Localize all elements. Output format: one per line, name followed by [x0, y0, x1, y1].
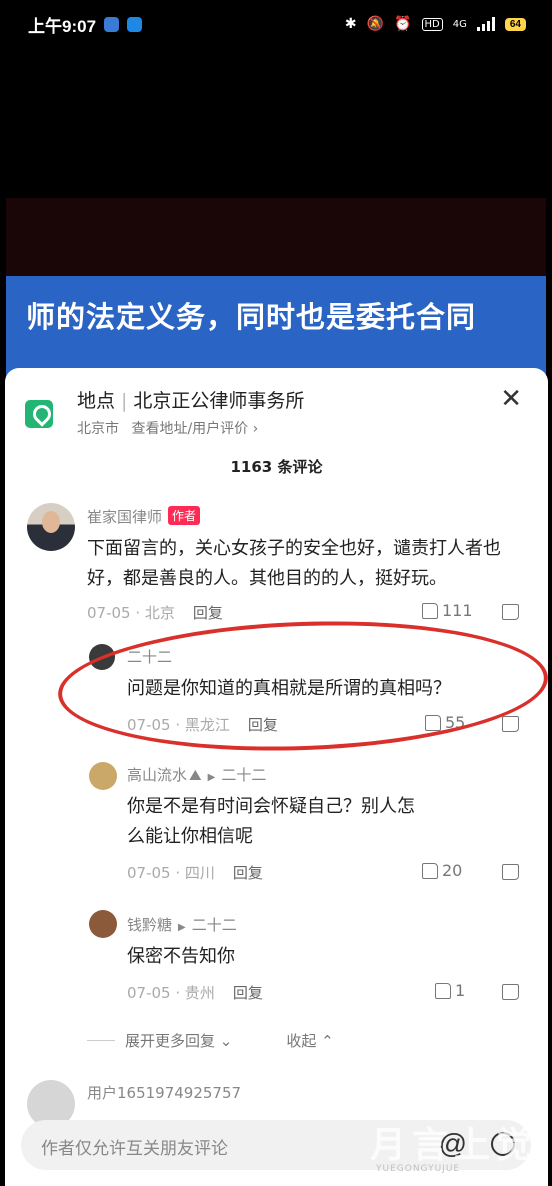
location-name: 北京正公律师事务所: [133, 390, 305, 412]
thumbs-up-icon: [435, 982, 451, 999]
mountain-emoji-icon: ⛰: [189, 766, 202, 784]
comment-meta: 07-05 · 北京 回复: [87, 604, 223, 622]
author-name: 二十二: [127, 648, 173, 666]
divider: [87, 1040, 115, 1041]
status-indicators: ✱ 🔕 ⏰ HD 4G 64: [345, 16, 526, 32]
reply-button[interactable]: 回复: [193, 604, 223, 622]
avatar[interactable]: [89, 762, 117, 790]
avatar[interactable]: [89, 910, 117, 938]
watermark-logo: 月言上觉: [370, 1125, 539, 1166]
app-notification-icon: [104, 16, 120, 32]
reply-button[interactable]: 回复: [233, 984, 263, 1002]
thumbs-up-icon: [422, 862, 438, 879]
location-city: 北京市: [77, 421, 119, 437]
expand-replies-button[interactable]: 展开更多回复 ⌄: [125, 1030, 232, 1051]
reply-to-name: 二十二: [221, 766, 267, 784]
avatar[interactable]: [27, 503, 75, 551]
reply-arrow-icon: ▶: [207, 772, 216, 783]
thumbs-down-icon[interactable]: [502, 604, 519, 620]
comment-text[interactable]: 下面留言的，关心女孩子的安全也好，谴责打人者也好，都是善良的人。其他目的的人，挺…: [87, 534, 527, 594]
hd-icon: HD: [421, 17, 443, 31]
like-count: 111: [442, 601, 473, 620]
video-frame: [6, 198, 546, 278]
author-badge: 作者: [168, 506, 201, 525]
like-button[interactable]: 20: [422, 861, 462, 880]
author-name: 钱黔糖: [127, 916, 173, 934]
location-pin-icon: [25, 400, 53, 428]
comment-author[interactable]: 用户1651974925757: [87, 1082, 241, 1103]
location-card[interactable]: 地点 | 北京正公律师事务所 北京市 查看地址/用户评价 › ✕: [25, 386, 528, 440]
comment-region: 北京: [144, 604, 175, 622]
signal-icon: [476, 17, 495, 31]
thumbs-up-icon: [425, 714, 441, 731]
comment-text[interactable]: 你是不是有时间会怀疑自己？别人怎么能让你相信呢: [127, 792, 417, 852]
comment-meta: 07-05 · 贵州 回复: [127, 984, 263, 1002]
location-subtitle: 北京市 查看地址/用户评价 ›: [77, 418, 258, 438]
author-name: 崔家国律师: [87, 508, 163, 526]
location-detail-link[interactable]: 查看地址/用户评价 ›: [131, 421, 258, 437]
reply-button[interactable]: 回复: [233, 864, 263, 882]
like-count: 1: [455, 981, 466, 1000]
comment-author[interactable]: 二十二: [127, 646, 172, 667]
network-type: 4G: [452, 18, 467, 30]
comment-count: 1163 条评论: [230, 458, 323, 476]
alarm-icon: ⏰: [394, 16, 412, 32]
collapse-replies-button[interactable]: 收起 ⌃: [286, 1030, 333, 1051]
thumbs-down-icon[interactable]: [502, 716, 519, 732]
watermark-subtext: YUEGONGYUJUE: [376, 1164, 461, 1174]
video-caption: 师的法定义务，同时也是委托合同: [26, 300, 477, 334]
comment-region: 黑龙江: [184, 716, 230, 734]
comment-sheet: 地点 | 北京正公律师事务所 北京市 查看地址/用户评价 › ✕ 1163 条评论 …: [5, 368, 548, 1186]
comment-author[interactable]: 高山流水 ⛰ ▶ 二十二: [127, 764, 266, 785]
status-time: 上午9:07: [28, 16, 97, 36]
thumbs-down-icon[interactable]: [502, 984, 519, 1000]
comment-region: 四川: [184, 864, 215, 882]
video-player[interactable]: 师的法定义务，同时也是委托合同: [0, 48, 552, 386]
comment-meta: 07-05 · 黑龙江 回复: [127, 716, 278, 734]
like-button[interactable]: 1: [435, 981, 465, 1000]
comment-author[interactable]: 钱黔糖 ▶ 二十二: [127, 914, 237, 935]
comment-input-placeholder: 作者仅允许互关朋友评论: [41, 1139, 228, 1159]
comment-date: 07-05: [127, 716, 171, 734]
avatar[interactable]: [89, 644, 115, 670]
close-icon[interactable]: ✕: [500, 386, 522, 412]
like-count: 55: [445, 713, 466, 732]
like-button[interactable]: 55: [425, 713, 465, 732]
comment-author[interactable]: 崔家国律师 作者: [87, 506, 201, 527]
location-separator: |: [121, 390, 128, 412]
thumbs-down-icon[interactable]: [502, 864, 519, 880]
reply-arrow-icon: ▶: [178, 922, 186, 933]
like-button[interactable]: 111: [422, 601, 473, 620]
comment-date: 07-05: [127, 864, 171, 882]
reply-button[interactable]: 回复: [248, 716, 278, 734]
comment-region: 贵州: [184, 984, 215, 1002]
status-bar: 上午9:07 ✱ 🔕 ⏰ HD 4G 64: [0, 0, 552, 48]
app-notification-icon-2: [127, 16, 143, 32]
comment-meta: 07-05 · 四川 回复: [127, 864, 263, 882]
author-name: 高山流水: [127, 766, 188, 784]
thumbs-up-icon: [422, 602, 438, 619]
reply-controls: 展开更多回复 ⌄ 收起 ⌃: [87, 1030, 334, 1051]
mute-icon: 🔕: [366, 16, 385, 32]
like-count: 20: [442, 861, 463, 880]
battery-icon: 64: [504, 17, 526, 31]
reply-to-name: 二十二: [191, 916, 237, 934]
comment-text[interactable]: 保密不告知你: [127, 942, 507, 972]
comment-date: 07-05: [127, 984, 171, 1002]
bluetooth-icon: ✱: [344, 16, 357, 32]
comment-text[interactable]: 问题是你知道的真相就是所谓的真相吗？: [127, 674, 527, 704]
comment-date: 07-05: [87, 604, 131, 622]
location-title: 地点 | 北京正公律师事务所: [77, 386, 304, 413]
location-label: 地点: [77, 390, 116, 412]
